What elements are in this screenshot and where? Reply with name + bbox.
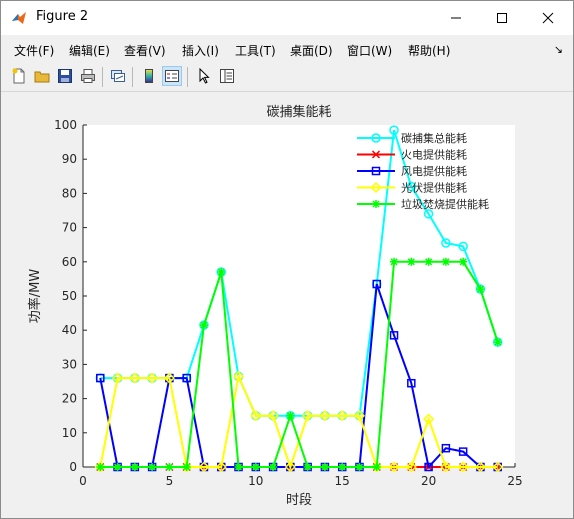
- toolbar-separator: [187, 67, 188, 87]
- menu-insert[interactable]: 插入(I): [182, 42, 219, 59]
- data-point: [113, 463, 122, 471]
- link-plot-button[interactable]: [108, 66, 128, 86]
- menu-tools[interactable]: 工具(T): [235, 42, 276, 59]
- x-tick-label: 20: [421, 474, 436, 488]
- data-point: [148, 463, 157, 471]
- close-icon: [542, 12, 554, 24]
- data-point: [476, 285, 485, 294]
- data-point: [424, 257, 433, 266]
- x-tick-label: 25: [507, 474, 522, 488]
- y-tick-label: 40: [62, 323, 77, 337]
- legend-label: 垃圾焚烧提供能耗: [401, 197, 489, 211]
- data-point: [165, 463, 174, 471]
- menu-desktop[interactable]: 桌面(D): [290, 42, 333, 59]
- matlab-icon: [12, 12, 26, 24]
- legend-label: 碳捕集总能耗: [401, 131, 467, 145]
- toolbar-separator: [102, 67, 103, 87]
- y-tick-label: 50: [62, 289, 77, 303]
- data-point: [199, 321, 208, 330]
- data-point: [407, 257, 416, 266]
- data-point: [234, 463, 243, 471]
- data-point: [338, 463, 347, 471]
- printer-icon: [81, 69, 95, 83]
- x-tick-label: 0: [79, 474, 87, 488]
- y-tick-label: 10: [62, 426, 77, 440]
- title-bar[interactable]: Figure 2: [1, 1, 573, 35]
- new-file-icon: [12, 68, 25, 84]
- menu-view[interactable]: 查看(V): [124, 42, 166, 59]
- y-tick-label: 70: [62, 221, 77, 235]
- print-button[interactable]: [78, 66, 98, 86]
- data-point: [130, 463, 139, 471]
- minimize-button[interactable]: [433, 1, 479, 35]
- menu-edit[interactable]: 编辑(E): [69, 42, 110, 59]
- y-tick-label: 20: [62, 392, 77, 406]
- x-tick-label: 15: [335, 474, 350, 488]
- data-point: [96, 463, 105, 471]
- new-figure-button[interactable]: [9, 66, 29, 86]
- menu-file[interactable]: 文件(F): [14, 42, 54, 59]
- insert-legend-button[interactable]: [162, 66, 182, 86]
- data-point: [320, 463, 329, 471]
- insert-colorbar-button[interactable]: [139, 66, 159, 86]
- x-tick-label: 10: [248, 474, 263, 488]
- close-button[interactable]: [525, 1, 571, 35]
- edit-plot-button[interactable]: [194, 66, 214, 86]
- y-axis-label: 功率/MW: [27, 269, 43, 324]
- link-plot-icon: [111, 70, 125, 82]
- x-axis-label: 时段: [286, 493, 312, 508]
- y-tick-label: 90: [62, 152, 77, 166]
- data-point: [372, 463, 381, 471]
- legend-marker: [372, 200, 380, 208]
- minimize-icon: [451, 17, 461, 19]
- legend-label: 风电提供能耗: [401, 164, 467, 178]
- legend-label: 火电提供能耗: [401, 148, 467, 162]
- property-inspector-button[interactable]: [217, 66, 237, 86]
- data-point: [217, 268, 226, 277]
- legend-label: 光伏提供能耗: [401, 181, 467, 195]
- colorbar-icon: [145, 69, 153, 83]
- data-point: [303, 463, 312, 471]
- menu-window[interactable]: 窗口(W): [347, 42, 392, 59]
- data-point: [182, 463, 191, 471]
- data-point: [441, 257, 450, 266]
- dock-arrow-icon[interactable]: ↘: [554, 43, 563, 56]
- data-point: [269, 463, 278, 471]
- y-tick-label: 30: [62, 357, 77, 371]
- menu-help[interactable]: 帮助(H): [408, 42, 450, 59]
- data-point: [355, 463, 364, 471]
- folder-open-icon: [34, 71, 50, 83]
- figure-window: Figure 2 文件(F) 编辑(E) 查看(V) 插入(I) 工具(T) 桌…: [0, 0, 574, 519]
- window-title: Figure 2: [36, 9, 89, 24]
- maximize-button[interactable]: [479, 1, 525, 35]
- y-tick-label: 0: [69, 460, 77, 474]
- legend-icon: [165, 70, 179, 82]
- save-icon: [58, 69, 72, 83]
- chart-title: 碳捕集能耗: [266, 104, 331, 120]
- x-tick-label: 5: [166, 474, 174, 488]
- property-inspector-icon: [220, 69, 234, 83]
- pointer-arrow-icon: [199, 68, 210, 84]
- data-point: [493, 338, 502, 347]
- open-file-button[interactable]: [32, 66, 52, 86]
- maximize-icon: [497, 13, 507, 23]
- figure-canvas: 0 5 10 15 20 25 0 10 20 30 40 50 60 70 80 90 100 碳捕集能耗时段 功…: [7, 94, 567, 512]
- line-chart[interactable]: 0 5 10 15 20 25 0 10 20 30 40 50 60 70 80 90 100 碳捕集能耗时段 功…: [7, 94, 567, 512]
- y-tick-label: 60: [62, 255, 77, 269]
- data-point: [459, 257, 468, 266]
- toolbar-separator: [132, 67, 133, 87]
- y-tick-label: 100: [54, 118, 77, 132]
- data-point: [251, 463, 260, 471]
- data-point: [286, 411, 295, 420]
- menu-bar: 文件(F) 编辑(E) 查看(V) 插入(I) 工具(T) 桌面(D) 窗口(W…: [1, 37, 573, 61]
- y-tick-label: 80: [62, 186, 77, 200]
- save-button[interactable]: [55, 66, 75, 86]
- data-point: [390, 257, 399, 266]
- toolbar: [1, 63, 573, 92]
